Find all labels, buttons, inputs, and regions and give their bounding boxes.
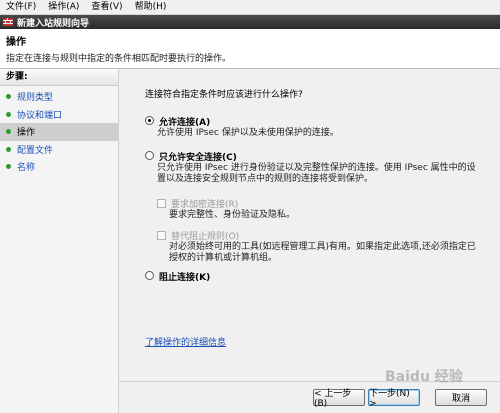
step-action[interactable]: 操作	[0, 123, 118, 141]
menu-file[interactable]: 文件(F)	[0, 0, 42, 14]
checkbox-box	[157, 231, 166, 240]
cancel-button[interactable]: 取消	[435, 389, 487, 406]
wizard-header: 操作 指定在连接与规则中指定的条件相匹配时要执行的操作。	[0, 29, 500, 69]
step-bullet-icon	[6, 111, 11, 117]
steps-label: 步骤:	[0, 69, 118, 86]
allow-secure-description: 只允许使用 IPsec 进行身份验证以及完整性保护的连接。使用 IPsec 属性…	[157, 163, 476, 184]
learn-more-link[interactable]: 了解操作的详细信息	[145, 335, 226, 348]
step-bullet-icon	[6, 164, 11, 170]
action-prompt: 连接符合指定条件时应该进行什么操作?	[145, 90, 303, 100]
menu-bar: 文件(F) 操作(A) 查看(V) 帮助(H)	[0, 0, 500, 15]
step-label: 操作	[17, 128, 36, 139]
require-encryption-checkbox[interactable]: 要求加密连接(R)	[157, 197, 238, 210]
override-block-description: 对必须始终可用的工具(如远程管理工具)有用。如果指定此选项,还必须指定已授权的计…	[169, 242, 476, 263]
menu-action[interactable]: 操作(A)	[42, 0, 85, 14]
step-protocol-port[interactable]: 协议和端口	[0, 106, 118, 124]
allow-secure-radio[interactable]: 只允许安全连接(C)	[145, 150, 237, 163]
step-bullet-icon	[6, 146, 11, 152]
override-block-checkbox[interactable]: 替代阻止规则(O)	[157, 229, 239, 242]
checkbox-label: 替代阻止规则(O)	[171, 232, 240, 242]
menu-view[interactable]: 查看(V)	[85, 0, 128, 14]
next-button[interactable]: 下一步(N) >	[368, 389, 420, 409]
radio-circle	[145, 151, 154, 160]
radio-label: 阻止连接(K)	[159, 273, 211, 283]
block-connection-radio[interactable]: 阻止连接(K)	[145, 270, 210, 283]
main-panel: 连接符合指定条件时应该进行什么操作? 允许连接(A) 允许使用 IPsec 保护…	[119, 69, 500, 413]
step-bullet-icon	[6, 129, 11, 135]
window-title-bar: 新建入站规则向导	[0, 15, 500, 29]
radio-label: 只允许安全连接(C)	[159, 153, 237, 163]
step-label: 名称	[17, 163, 36, 174]
allow-description: 允许使用 IPsec 保护以及未使用保护的连接。	[157, 128, 339, 138]
step-label: 规则类型	[17, 93, 54, 104]
menu-help[interactable]: 帮助(H)	[129, 0, 173, 14]
step-label: 配置文件	[17, 145, 54, 156]
baidu-watermark: Baidu 经验	[385, 369, 463, 385]
step-label: 协议和端口	[17, 110, 63, 121]
back-button[interactable]: < 上一步(B)	[313, 389, 365, 409]
page-description: 指定在连接与规则中指定的条件相匹配时要执行的操作。	[6, 54, 232, 64]
checkbox-label: 要求加密连接(R)	[171, 200, 239, 210]
allow-connection-radio[interactable]: 允许连接(A)	[145, 115, 210, 128]
step-rule-type[interactable]: 规则类型	[0, 88, 118, 106]
radio-circle	[145, 271, 154, 280]
checkbox-box	[157, 199, 166, 208]
step-profile[interactable]: 配置文件	[0, 141, 118, 159]
require-encryption-description: 要求完整性、身份验证及隐私。	[169, 210, 296, 220]
step-bullet-icon	[6, 94, 11, 100]
steps-sidebar: 步骤: 规则类型 协议和端口 操作 配置文件 名称	[0, 69, 119, 413]
firewall-icon	[3, 17, 13, 27]
radio-label: 允许连接(A)	[159, 118, 211, 128]
step-name[interactable]: 名称	[0, 158, 118, 176]
radio-circle	[145, 116, 154, 125]
page-title: 操作	[6, 37, 26, 48]
window-title: 新建入站规则向导	[17, 18, 90, 29]
